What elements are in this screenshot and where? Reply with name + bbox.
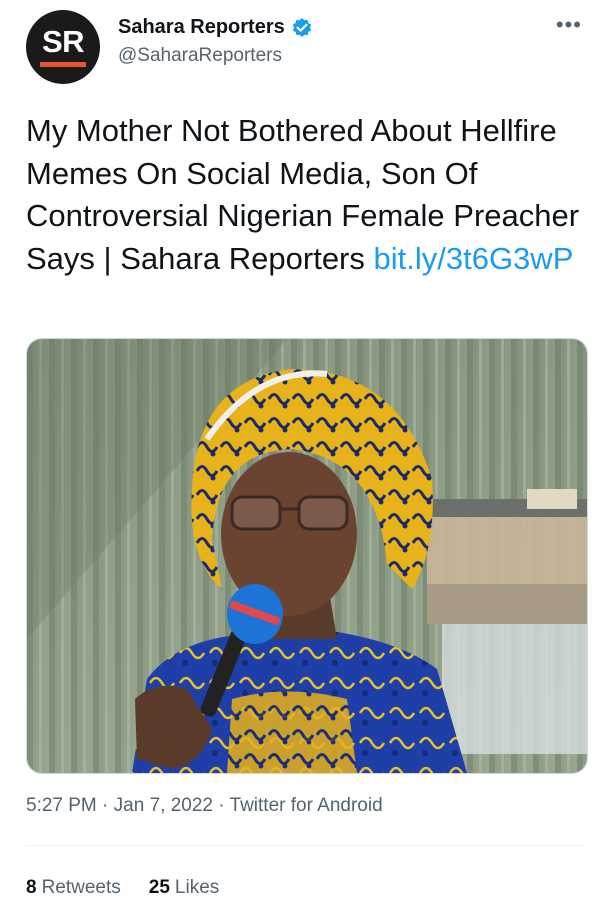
retweets-count: 8 [26,877,37,898]
tweet-text: My Mother Not Bothered About Hellfire Me… [26,110,586,280]
photo-illustration [27,339,587,773]
retweets-label: Retweets [41,877,121,898]
tweet-stats: 8 Retweets 25 Likes [26,877,247,899]
tweet-link[interactable]: bit.ly/3t6G3wP [374,241,574,276]
retweets-stat[interactable]: 8 Retweets [26,877,121,899]
likes-stat[interactable]: 25 Likes [149,877,220,899]
divider [26,845,586,846]
tweet-date[interactable]: Jan 7, 2022 [114,795,213,816]
verified-badge-icon [291,17,313,39]
likes-count: 25 [148,877,170,898]
avatar[interactable]: SR [26,10,100,84]
tweet-time[interactable]: 5:27 PM [26,795,97,816]
display-name-row: Sahara Reporters [118,16,313,39]
tweet-header: SR Sahara Reporters @SaharaReporters ••• [26,10,592,84]
tweet-meta: 5:27 PM · Jan 7, 2022 · Twitter for Andr… [26,795,383,817]
tweet-source[interactable]: Twitter for Android [230,795,383,816]
meta-separator: · [102,795,109,816]
display-name[interactable]: Sahara Reporters [118,16,285,39]
account-names: Sahara Reporters @SaharaReporters [118,16,313,67]
likes-label: Likes [174,877,220,898]
more-options-icon[interactable]: ••• [556,14,582,36]
tweet-media-photo[interactable] [26,338,588,774]
avatar-text: SR [41,24,85,59]
avatar-bar [40,62,86,67]
meta-separator-2: · [218,795,225,816]
account-handle[interactable]: @SaharaReporters [118,45,313,67]
